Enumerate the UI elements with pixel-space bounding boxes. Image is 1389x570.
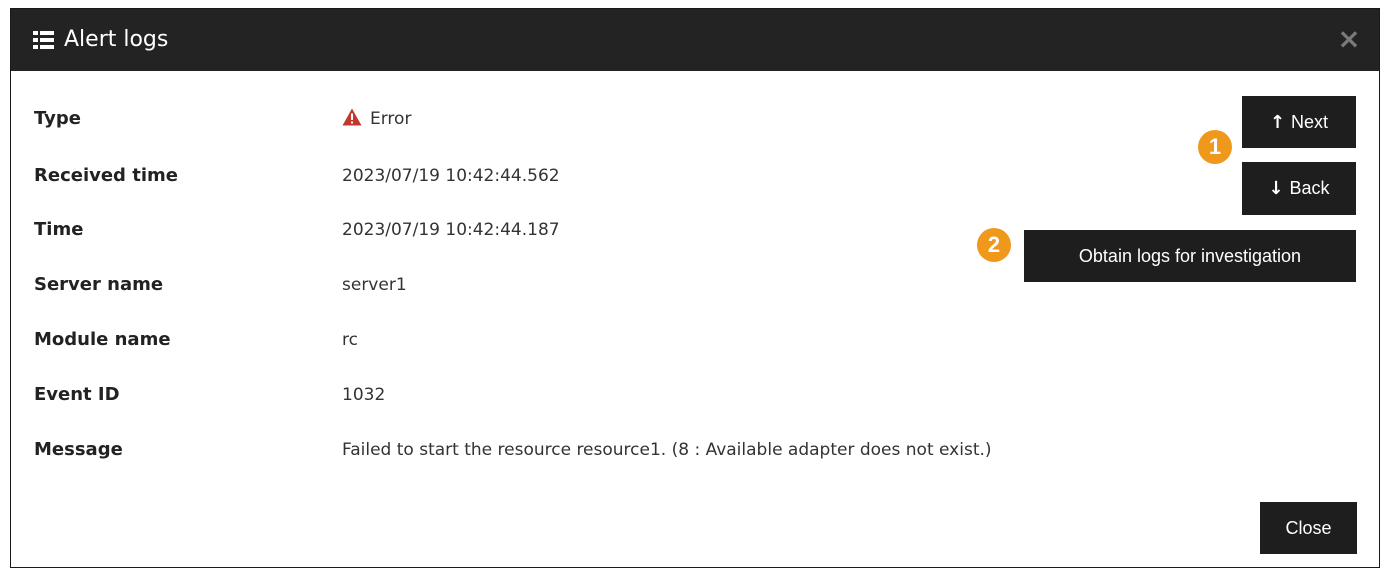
field-value: rc [342,330,358,350]
field-label: Message [34,439,123,460]
field-value: Failed to start the resource resource1. … [342,440,992,460]
dialog-title: Alert logs [64,27,169,52]
type-value: Error [370,109,412,129]
field-label: Server name [34,274,164,295]
warning-icon [342,108,362,126]
close-icon[interactable]: × [1333,23,1365,55]
next-button[interactable]: ↑ Next [1242,96,1356,148]
field-label: Module name [34,329,171,350]
next-label: Next [1291,111,1329,132]
list-icon [33,31,54,49]
close-button[interactable]: Close [1260,502,1357,554]
field-row-server-name: Server name server1 [11,265,1161,305]
alert-logs-dialog: Alert logs × Type Error Received time 20… [10,8,1380,568]
callout-marker-1: 1 [1198,130,1232,164]
field-row-type: Type Error [11,99,1161,139]
field-row-received-time: Received time 2023/07/19 10:42:44.562 [11,156,1161,196]
dialog-titlebar: Alert logs × [11,9,1379,71]
field-label: Event ID [34,384,120,405]
field-row-module-name: Module name rc [11,320,1161,360]
field-value: server1 [342,275,407,295]
callout-marker-2: 2 [977,228,1011,262]
obtain-logs-button[interactable]: Obtain logs for investigation [1024,230,1356,282]
back-button[interactable]: ↓ Back [1242,162,1356,215]
arrow-up-icon: ↑ [1269,111,1286,133]
arrow-down-icon: ↓ [1268,178,1284,199]
field-value: 1032 [342,385,386,405]
back-label: Back [1289,178,1330,198]
field-label: Received time [34,165,178,186]
field-label: Time [34,219,84,240]
field-value: Error [342,99,411,139]
field-label: Type [34,108,81,129]
field-value: 2023/07/19 10:42:44.562 [342,166,560,186]
field-row-event-id: Event ID 1032 [11,375,1161,415]
field-value: 2023/07/19 10:42:44.187 [342,220,560,240]
field-row-message: Message Failed to start the resource res… [11,430,1161,470]
